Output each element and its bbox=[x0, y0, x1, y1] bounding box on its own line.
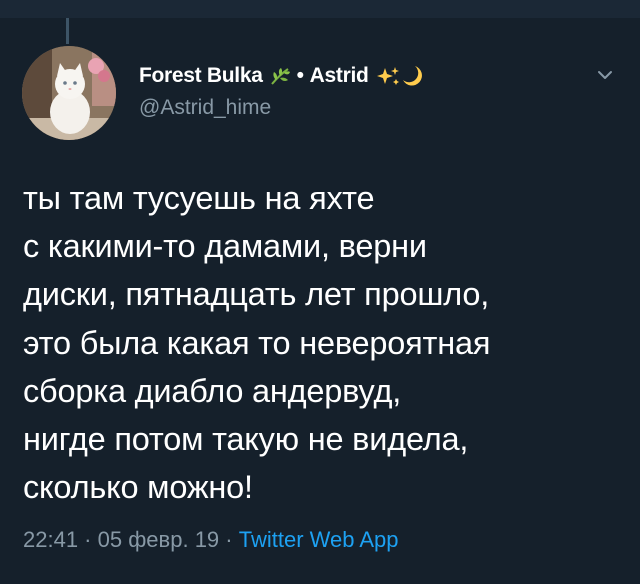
crescent-moon-icon bbox=[401, 64, 423, 88]
display-name[interactable]: Forest Bulka bbox=[139, 64, 263, 88]
tweet-source-link[interactable]: Twitter Web App bbox=[239, 527, 399, 552]
tweet-metadata: 22:41 · 05 февр. 19 · Twitter Web App bbox=[23, 527, 399, 553]
chevron-down-icon[interactable] bbox=[594, 64, 616, 86]
author-name-row[interactable]: Forest Bulka • Astrid bbox=[139, 62, 579, 90]
tweet-text: ты там тусуешь на яхте с какими-то дамам… bbox=[23, 180, 491, 506]
meta-dot: · bbox=[78, 527, 98, 552]
meta-dot: · bbox=[219, 527, 239, 552]
tweet-date[interactable]: 05 февр. 19 bbox=[98, 527, 220, 552]
previous-tweet-edge bbox=[0, 0, 640, 18]
avatar[interactable] bbox=[22, 46, 116, 140]
sparkles-icon bbox=[375, 65, 401, 87]
display-name-2[interactable]: Astrid bbox=[310, 64, 369, 88]
thread-connector-line bbox=[66, 18, 69, 44]
author-handle[interactable]: @Astrid_hime bbox=[139, 96, 579, 120]
tweet-time[interactable]: 22:41 bbox=[23, 527, 78, 552]
tweet-header: Forest Bulka • Astrid @Astrid_hime bbox=[139, 62, 579, 120]
name-separator: • bbox=[296, 64, 304, 87]
herb-icon bbox=[269, 66, 291, 86]
